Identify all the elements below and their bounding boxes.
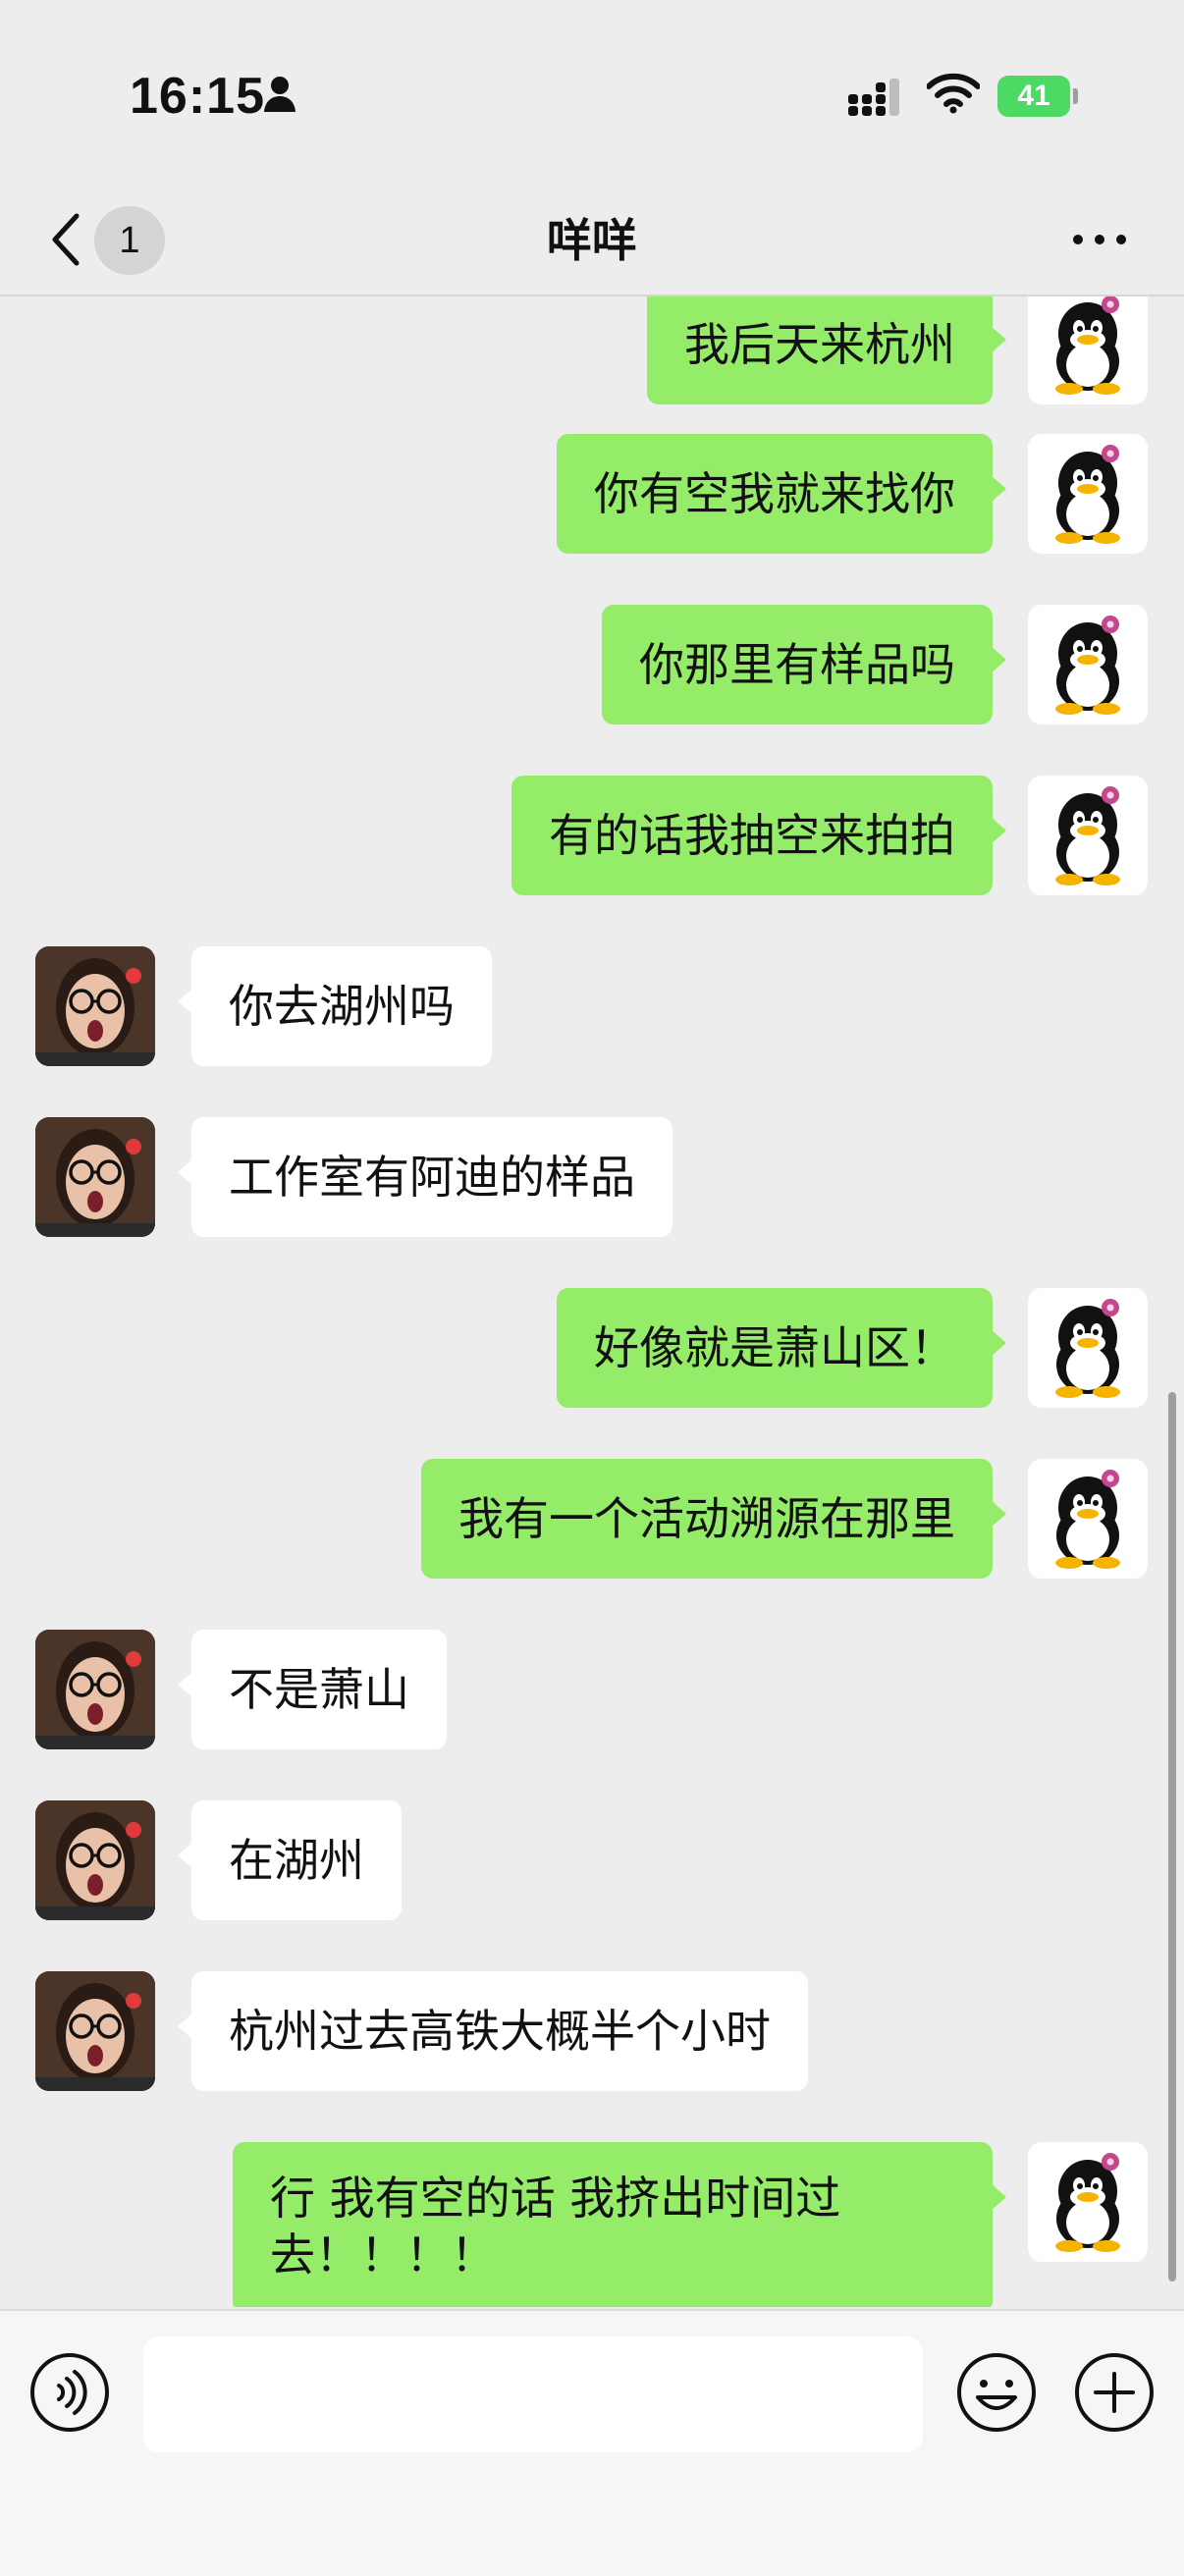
my-message-bubble[interactable]: 你那里有样品吗 (602, 605, 1006, 724)
my-avatar[interactable] (1028, 1459, 1148, 1579)
contact-avatar[interactable] (35, 1800, 155, 1920)
contact-message-bubble[interactable]: 工作室有阿迪的样品 (178, 1117, 673, 1237)
message-row: 行 我有空的话 我挤出时间过去！！！！ (0, 2142, 1184, 2307)
contact-avatar[interactable] (35, 1117, 155, 1237)
status-bar: 16:15 41 (0, 0, 1184, 187)
contact-message-bubble[interactable]: 不是萧山 (178, 1630, 447, 1749)
message-row: 有的话我抽空来拍拍 (0, 776, 1184, 895)
contact-avatar[interactable] (35, 1971, 155, 2091)
signal-icon (848, 79, 899, 116)
message-row: 工作室有阿迪的样品 (0, 1117, 1184, 1237)
chevron-left-icon[interactable] (47, 208, 82, 271)
contact-avatar[interactable] (35, 1630, 155, 1749)
my-message-bubble[interactable]: 你有空我就来找你 (557, 434, 1006, 554)
scrollbar[interactable] (1168, 1392, 1176, 2281)
wifi-icon (927, 73, 980, 114)
my-message-bubble[interactable]: 我有一个活动溯源在那里 (421, 1459, 1006, 1579)
my-avatar[interactable] (1028, 1288, 1148, 1408)
my-message-bubble[interactable]: 好像就是萧山区！ (557, 1288, 1006, 1408)
message-input[interactable] (143, 2336, 923, 2452)
contact-message-bubble[interactable]: 杭州过去高铁大概半个小时 (178, 1971, 808, 2091)
message-row: 杭州过去高铁大概半个小时 (0, 1971, 1184, 2091)
message-row: 你去湖州吗 (0, 946, 1184, 1066)
my-avatar[interactable] (1028, 434, 1148, 554)
voice-icon[interactable] (27, 2350, 112, 2435)
my-avatar[interactable] (1028, 2142, 1148, 2262)
more-icon[interactable] (1070, 230, 1129, 249)
message-row: 我有一个活动溯源在那里 (0, 1459, 1184, 1579)
page-title: 咩咩 (547, 214, 637, 267)
unread-count-badge[interactable]: 1 (94, 206, 165, 275)
chat-message-list[interactable]: 我后天来杭州 你有空我就来找你 你那里有样品吗 有的话我抽空来拍拍 你去湖州吗 … (0, 296, 1184, 2307)
my-avatar[interactable] (1028, 605, 1148, 724)
message-row: 不是萧山 (0, 1630, 1184, 1749)
input-bar (0, 2309, 1184, 2576)
contact-message-bubble[interactable]: 你去湖州吗 (178, 946, 492, 1066)
my-message-bubble[interactable]: 行 我有空的话 我挤出时间过去！！！！ (233, 2142, 1006, 2307)
my-message-bubble[interactable]: 有的话我抽空来拍拍 (511, 776, 1006, 895)
my-avatar[interactable] (1028, 296, 1148, 404)
my-avatar[interactable] (1028, 776, 1148, 895)
contact-message-bubble[interactable]: 在湖州 (178, 1800, 402, 1920)
chat-header: 咩咩 1 (0, 187, 1184, 296)
message-row: 好像就是萧山区！ (0, 1288, 1184, 1408)
my-message-bubble[interactable]: 我后天来杭州 (647, 296, 1006, 404)
message-row: 我后天来杭州 (0, 296, 1184, 404)
contact-avatar[interactable] (35, 946, 155, 1066)
battery-icon: 41 (997, 76, 1078, 117)
emoji-icon[interactable] (954, 2350, 1039, 2435)
plus-icon[interactable] (1072, 2350, 1157, 2435)
status-time: 16:15 (130, 68, 265, 125)
battery-level: 41 (1017, 80, 1050, 112)
message-row: 在湖州 (0, 1800, 1184, 1920)
message-row: 你有空我就来找你 (0, 434, 1184, 554)
person-icon (264, 77, 296, 112)
message-row: 你那里有样品吗 (0, 605, 1184, 724)
